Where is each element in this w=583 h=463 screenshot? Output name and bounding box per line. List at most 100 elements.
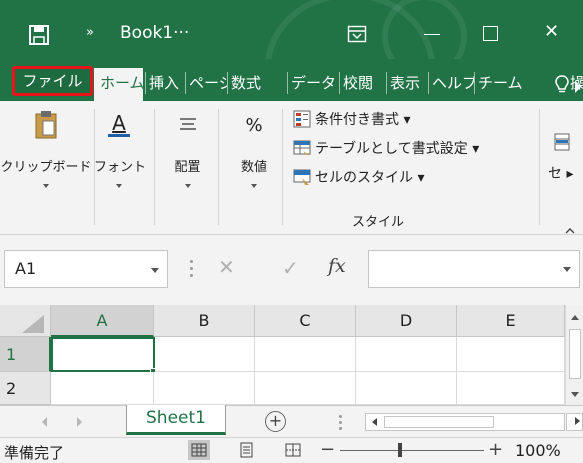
clipboard-group[interactable]: クリップボード [0, 101, 92, 232]
scroll-right-icon[interactable] [575, 417, 580, 425]
status-bar: 準備完了 − + 100% [0, 437, 583, 463]
maximize-button[interactable] [483, 26, 498, 41]
zoom-out-button[interactable]: − [320, 439, 335, 460]
page-break-preview-icon[interactable] [282, 440, 304, 460]
cell-a1[interactable] [51, 337, 155, 372]
cell-styles-label: セルのスタイル ▾ [315, 170, 425, 186]
group-divider [539, 109, 540, 225]
row-header-1[interactable]: 1 [0, 337, 51, 372]
formula-input[interactable] [368, 250, 580, 288]
lightbulb-icon[interactable] [553, 74, 571, 94]
sheet-tab-bar: Sheet1 + [0, 405, 583, 437]
window-title: Book1··· [120, 23, 190, 43]
cell-c1[interactable] [255, 337, 356, 372]
tab-team[interactable]: チーム [474, 72, 522, 94]
tab-data[interactable]: データ [287, 72, 339, 94]
cell-styles-icon [293, 169, 311, 185]
previous-sheet-icon[interactable] [42, 417, 47, 427]
cell-c2[interactable] [255, 372, 356, 405]
tab-split-grip[interactable] [339, 415, 342, 433]
quick-access-more-icon[interactable]: » [86, 25, 94, 40]
formula-bar-grip[interactable] [190, 260, 193, 278]
vertical-scrollbar[interactable] [565, 305, 583, 405]
zoom-level[interactable]: 100% [515, 441, 561, 460]
format-as-table-icon [293, 140, 311, 155]
chevron-down-icon [184, 184, 191, 188]
alignment-label: 配置 [174, 160, 201, 175]
conditional-formatting-icon [293, 110, 311, 128]
scroll-left-icon[interactable] [372, 418, 377, 426]
minimize-button[interactable] [424, 34, 440, 35]
ribbon-display-options-icon[interactable] [347, 24, 367, 44]
zoom-slider-thumb[interactable] [398, 443, 402, 457]
column-header-a[interactable]: A [51, 305, 154, 337]
formula-bar: A1 ✕ ✓ fx [0, 235, 583, 305]
column-header-d[interactable]: D [356, 305, 457, 337]
font-group[interactable]: A フォント [94, 101, 146, 232]
title-bar: » Book1··· ✕ [0, 0, 583, 59]
cell-a2[interactable] [51, 372, 154, 405]
status-text: 準備完了 [4, 444, 65, 462]
styles-group-label: スタイル [352, 215, 405, 230]
tab-review[interactable]: 校閲 [339, 72, 379, 94]
format-as-table-label: テーブルとして書式設定 ▾ [315, 141, 480, 157]
sheet-tab-sheet1[interactable]: Sheet1 [126, 405, 226, 435]
group-divider [94, 109, 95, 225]
confirm-entry-button[interactable]: ✓ [282, 256, 299, 280]
tab-page-layout[interactable]: ページ [185, 72, 227, 94]
worksheet-grid: A B C D E 1 2 [0, 305, 583, 405]
tab-scroll-right-icon[interactable] [575, 81, 581, 93]
cell-d2[interactable] [356, 372, 457, 405]
column-header-b[interactable]: B [154, 305, 255, 337]
cell-d1[interactable] [356, 337, 457, 372]
name-box[interactable]: A1 [4, 250, 168, 288]
cancel-entry-button[interactable]: ✕ [218, 255, 235, 279]
row-header-2[interactable]: 2 [0, 372, 51, 405]
font-icon: A [108, 111, 130, 137]
cell-e1[interactable] [457, 337, 565, 372]
ribbon-tab-bar: ファイル ホーム 挿入 ページ 数式 データ 校閲 表示 ヘルプ チーム 操 [0, 59, 583, 101]
add-sheet-button[interactable]: + [265, 411, 286, 432]
zoom-in-button[interactable]: + [488, 439, 503, 460]
tab-formulas[interactable]: 数式 [227, 72, 271, 94]
save-icon[interactable] [28, 24, 50, 46]
alignment-group[interactable]: 配置 [165, 101, 210, 232]
chevron-down-icon [43, 184, 49, 188]
clipboard-icon [35, 111, 57, 139]
ribbon-home: クリップボード A フォント 配置 % 数値 条件付き書式 ▾ テーブルとして書… [0, 101, 583, 235]
cell-b2[interactable] [154, 372, 255, 405]
column-header-e[interactable]: E [457, 305, 565, 337]
horizontal-scrollbar[interactable] [365, 413, 565, 431]
next-sheet-icon[interactable] [77, 417, 82, 427]
chevron-down-icon [116, 184, 122, 188]
tab-view[interactable]: 表示 [386, 72, 428, 94]
svg-text:A: A [112, 111, 126, 135]
tab-help[interactable]: ヘルプ [428, 72, 474, 94]
vertical-scroll-thumb[interactable] [569, 329, 581, 379]
background-decoration [382, 0, 467, 59]
number-group[interactable]: % 数値 [229, 101, 279, 232]
close-button[interactable]: ✕ [544, 21, 559, 42]
insert-function-button[interactable]: fx [328, 255, 346, 277]
chevron-down-icon[interactable] [151, 268, 159, 273]
select-all-button[interactable] [0, 305, 51, 337]
chevron-down-icon [251, 184, 257, 188]
svg-text:%: % [245, 115, 262, 136]
horizontal-scroll-thumb[interactable] [384, 416, 494, 428]
group-divider [218, 109, 219, 225]
tab-home[interactable]: ホーム [94, 68, 143, 101]
cell-e2[interactable] [457, 372, 565, 405]
group-divider [154, 109, 155, 225]
tab-file[interactable]: ファイル [12, 66, 93, 96]
column-header-c[interactable]: C [255, 305, 356, 337]
zoom-slider[interactable] [340, 450, 484, 451]
tab-insert[interactable]: 挿入 [145, 72, 185, 94]
cell-b1[interactable] [155, 337, 255, 372]
expand-formula-bar-icon[interactable] [563, 267, 571, 272]
normal-view-icon[interactable] [188, 440, 210, 460]
scroll-up-icon[interactable] [571, 315, 579, 320]
cells-group-button[interactable]: セ ▸ [548, 163, 573, 183]
scroll-down-icon[interactable] [571, 392, 579, 397]
number-label: 数値 [240, 160, 267, 175]
page-layout-view-icon[interactable] [235, 440, 257, 460]
